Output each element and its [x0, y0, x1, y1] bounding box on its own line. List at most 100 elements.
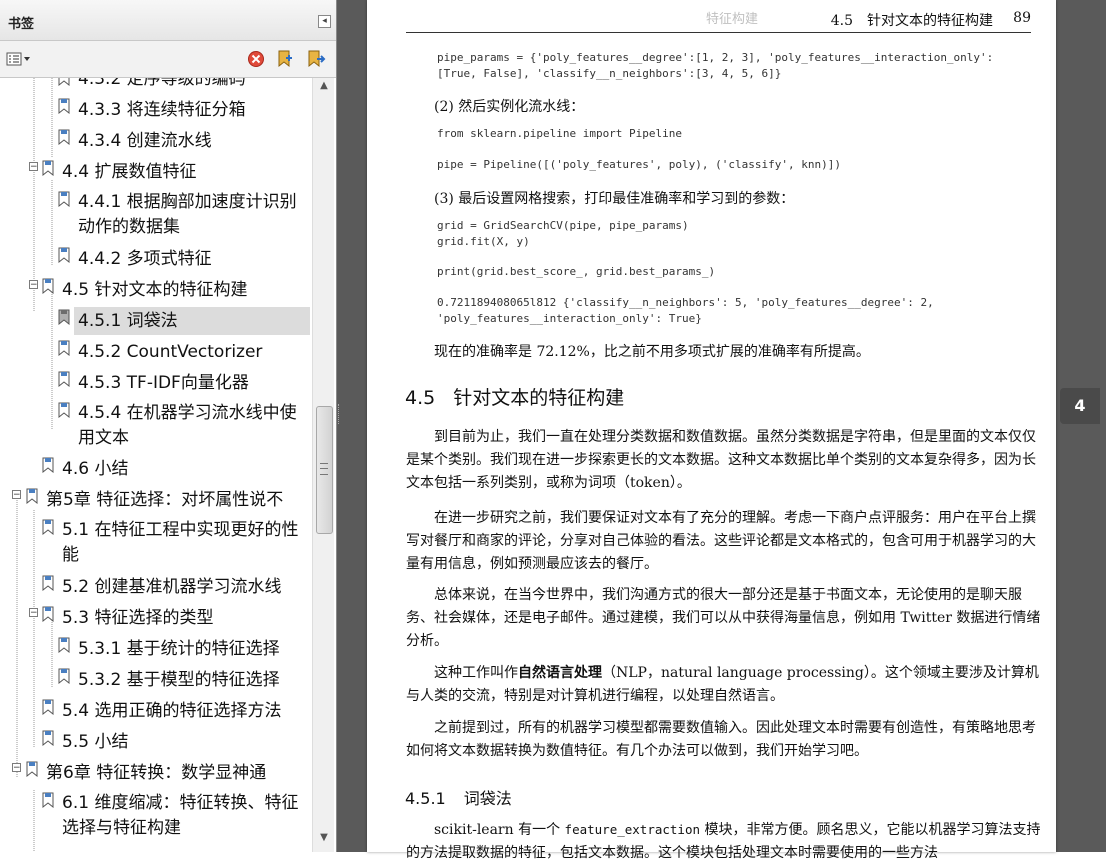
- bookmark-icon: [58, 191, 70, 207]
- code-line: [True, False], 'classify__n_neighbors':[…: [437, 67, 782, 80]
- scroll-up-arrow[interactable]: ▲: [316, 80, 332, 94]
- bookmark-row[interactable]: 4.3.2 定序等级的编码: [0, 78, 312, 94]
- bookmark-icon: [42, 606, 54, 622]
- bookmark-row[interactable]: 4.3.3 将连续特征分箱: [0, 96, 312, 124]
- bookmark-row[interactable]: 4.6 小结: [0, 455, 312, 483]
- bookmark-icon: [58, 402, 70, 418]
- find-current-bookmark-icon[interactable]: [306, 50, 326, 68]
- bookmark-row[interactable]: − 4.4 扩展数值特征: [0, 158, 312, 186]
- document-page: 特征构建 4.5 针对文本的特征构建 89 pipe_params = {'po…: [367, 0, 1056, 861]
- bookmark-icon: [58, 247, 70, 263]
- running-header: 特征构建 4.5 针对文本的特征构建 89: [406, 10, 1031, 33]
- bookmark-icon: [42, 457, 54, 473]
- code-line: pipe_params = {'poly_features__degree':[…: [437, 51, 994, 64]
- bookmark-label: 5.1 在特征工程中实现更好的性能: [62, 520, 299, 565]
- bookmark-label: 4.6 小结: [62, 459, 129, 479]
- header-bleedthrough-text: 特征构建: [706, 12, 759, 27]
- bookmark-icon: [26, 761, 38, 777]
- bookmark-row-selected[interactable]: 4.5.1 词袋法: [58, 307, 310, 335]
- bookmark-icon: [58, 637, 70, 653]
- collapse-toggle[interactable]: −: [29, 608, 38, 618]
- paragraph: 在进一步研究之前，我们要保证对文本有了充分的理解。考虑一下商户点评服务：用户在平…: [406, 510, 1036, 572]
- collapse-toggle[interactable]: −: [12, 490, 21, 500]
- bookmarks-panel: 书签 ◂ 4.3.2 定序等级的编码 4.3.3 将连续特征分箱 4.3.4 创…: [0, 0, 337, 852]
- code-block-import: from sklearn.pipeline import Pipeline: [437, 127, 683, 140]
- bookmark-row[interactable]: 5.4 选用正确的特征选择方法: [0, 697, 312, 725]
- bookmark-row[interactable]: − 4.5 针对文本的特征构建: [0, 276, 312, 304]
- code-block-grid: grid = GridSearchCV(pipe, pipe_params) g…: [437, 218, 689, 250]
- paragraph: 这种工作叫作自然语言处理（NLP，natural language proces…: [406, 662, 1043, 708]
- bookmark-tree: 4.3.2 定序等级的编码 4.3.3 将连续特征分箱 4.3.4 创建流水线 …: [0, 78, 312, 852]
- bookmark-row[interactable]: 6.1 维度缩减：特征转换、特征选择与特征构建: [0, 790, 312, 846]
- panel-splitter[interactable]: [337, 0, 367, 852]
- bookmark-icon: [58, 371, 70, 387]
- bookmark-row[interactable]: 4.4.2 多项式特征: [0, 245, 312, 273]
- bookmark-icon: [42, 699, 54, 715]
- bookmark-row[interactable]: − 第6章 特征转换：数学显神通: [0, 759, 312, 787]
- code-output: 0.721189408065l812 {'classify__n_neighbo…: [437, 295, 934, 327]
- bookmark-label: 4.5.3 TF-IDF向量化器: [78, 373, 249, 393]
- section-title: 针对文本的特征构建: [453, 387, 625, 409]
- bookmarks-panel-header: 书签 ◂: [0, 0, 336, 41]
- scroll-down-arrow[interactable]: ▼: [316, 832, 332, 846]
- bookmark-label: 4.4 扩展数值特征: [62, 162, 197, 182]
- delete-bookmark-icon[interactable]: [247, 50, 265, 68]
- subsection-title: 词袋法: [463, 789, 512, 808]
- bookmark-icon: [58, 129, 70, 145]
- new-bookmark-icon[interactable]: [276, 50, 294, 68]
- bookmark-label: 4.5.1 词袋法: [78, 311, 178, 331]
- bookmark-options-icon[interactable]: [6, 50, 32, 68]
- paragraph: 之前提到过，所有的机器学习模型都需要数值输入。因此处理文本时需要有创造性，有策略…: [406, 720, 1036, 759]
- bookmark-row[interactable]: 5.5 小结: [0, 728, 312, 756]
- bookmark-row[interactable]: 4.5.4 在机器学习流水线中使用文本: [0, 400, 312, 456]
- bookmark-row[interactable]: 5.1 在特征工程中实现更好的性能: [0, 517, 312, 573]
- bookmark-label: 第6章 特征转换：数学显神通: [46, 763, 267, 783]
- bookmark-row[interactable]: 5.3.2 基于模型的特征选择: [0, 666, 312, 694]
- bookmark-icon: [26, 488, 38, 504]
- bookmark-row[interactable]: 4.4.1 根据胸部加速度计识别动作的数据集: [0, 189, 312, 245]
- bookmark-label: 4.3.3 将连续特征分箱: [78, 100, 246, 120]
- bookmark-icon: [58, 78, 70, 86]
- chapter-thumb-tab: 4: [1060, 388, 1100, 424]
- paragraph-text: 这种工作叫作: [434, 665, 518, 681]
- bookmark-row[interactable]: 5.3.1 基于统计的特征选择: [0, 635, 312, 663]
- paragraph: scikit-learn 有一个 feature_extraction 模块，非…: [406, 818, 1043, 865]
- section-number: 4.5: [405, 387, 436, 409]
- bookmark-label: 4.5.4 在机器学习流水线中使用文本: [78, 403, 297, 448]
- bookmark-label: 5.3.1 基于统计的特征选择: [78, 639, 280, 659]
- scrollbar-thumb[interactable]: [316, 406, 333, 534]
- document-background: [1056, 0, 1106, 852]
- bookmark-icon: [42, 160, 54, 176]
- code-line: grid = GridSearchCV(pipe, pipe_params): [437, 219, 689, 232]
- bookmark-icon: [58, 98, 70, 114]
- code-block-pipeline: pipe = Pipeline([('poly_features', poly)…: [437, 158, 841, 171]
- bookmarks-scrollbar[interactable]: ▲ ▼: [312, 78, 334, 852]
- collapse-panel-button[interactable]: ◂: [318, 15, 331, 28]
- bookmark-row[interactable]: − 第5章 特征选择：对坏属性说不: [0, 486, 312, 514]
- output-line: 'poly_features__interaction_only': True}: [437, 312, 702, 325]
- subsection-number: 4.5.1: [405, 789, 446, 808]
- bookmark-row[interactable]: − 5.3 特征选择的类型: [0, 604, 312, 632]
- bookmark-row[interactable]: 5.2 创建基准机器学习流水线: [0, 573, 312, 601]
- collapse-toggle[interactable]: −: [29, 280, 38, 290]
- paragraph: 总体来说，在当今世界中，我们沟通方式的很大一部分还是基于书面文本，无论使用的是聊…: [406, 587, 1041, 649]
- bookmark-icon: [42, 792, 54, 808]
- page-number: 89: [1013, 10, 1031, 26]
- bookmarks-toolbar: [0, 41, 336, 78]
- subsection-heading: 4.5.1 词袋法: [405, 785, 512, 809]
- code-line: grid.fit(X, y): [437, 235, 530, 248]
- collapse-toggle[interactable]: −: [12, 763, 21, 773]
- bookmark-row[interactable]: 4.5.2 CountVectorizer: [0, 338, 312, 366]
- paragraph: 到目前为止，我们一直在处理分类数据和数值数据。虽然分类数据是字符串，但是里面的文…: [406, 429, 1036, 491]
- bookmark-row[interactable]: 4.5.3 TF-IDF向量化器: [0, 369, 312, 397]
- bookmark-label: 5.2 创建基准机器学习流水线: [62, 577, 282, 597]
- paragraph-text: scikit-learn 有一个: [434, 822, 565, 838]
- bookmark-row[interactable]: 4.3.4 创建流水线: [0, 127, 312, 155]
- bookmark-label: 5.3 特征选择的类型: [62, 608, 214, 628]
- bookmark-label: 4.3.2 定序等级的编码: [78, 78, 246, 89]
- section-heading: 4.5 针对文本的特征构建: [405, 383, 624, 410]
- bookmark-label: 5.5 小结: [62, 732, 129, 752]
- bookmark-label: 5.4 选用正确的特征选择方法: [62, 701, 282, 721]
- bookmark-icon: [42, 730, 54, 746]
- collapse-toggle[interactable]: −: [29, 162, 38, 172]
